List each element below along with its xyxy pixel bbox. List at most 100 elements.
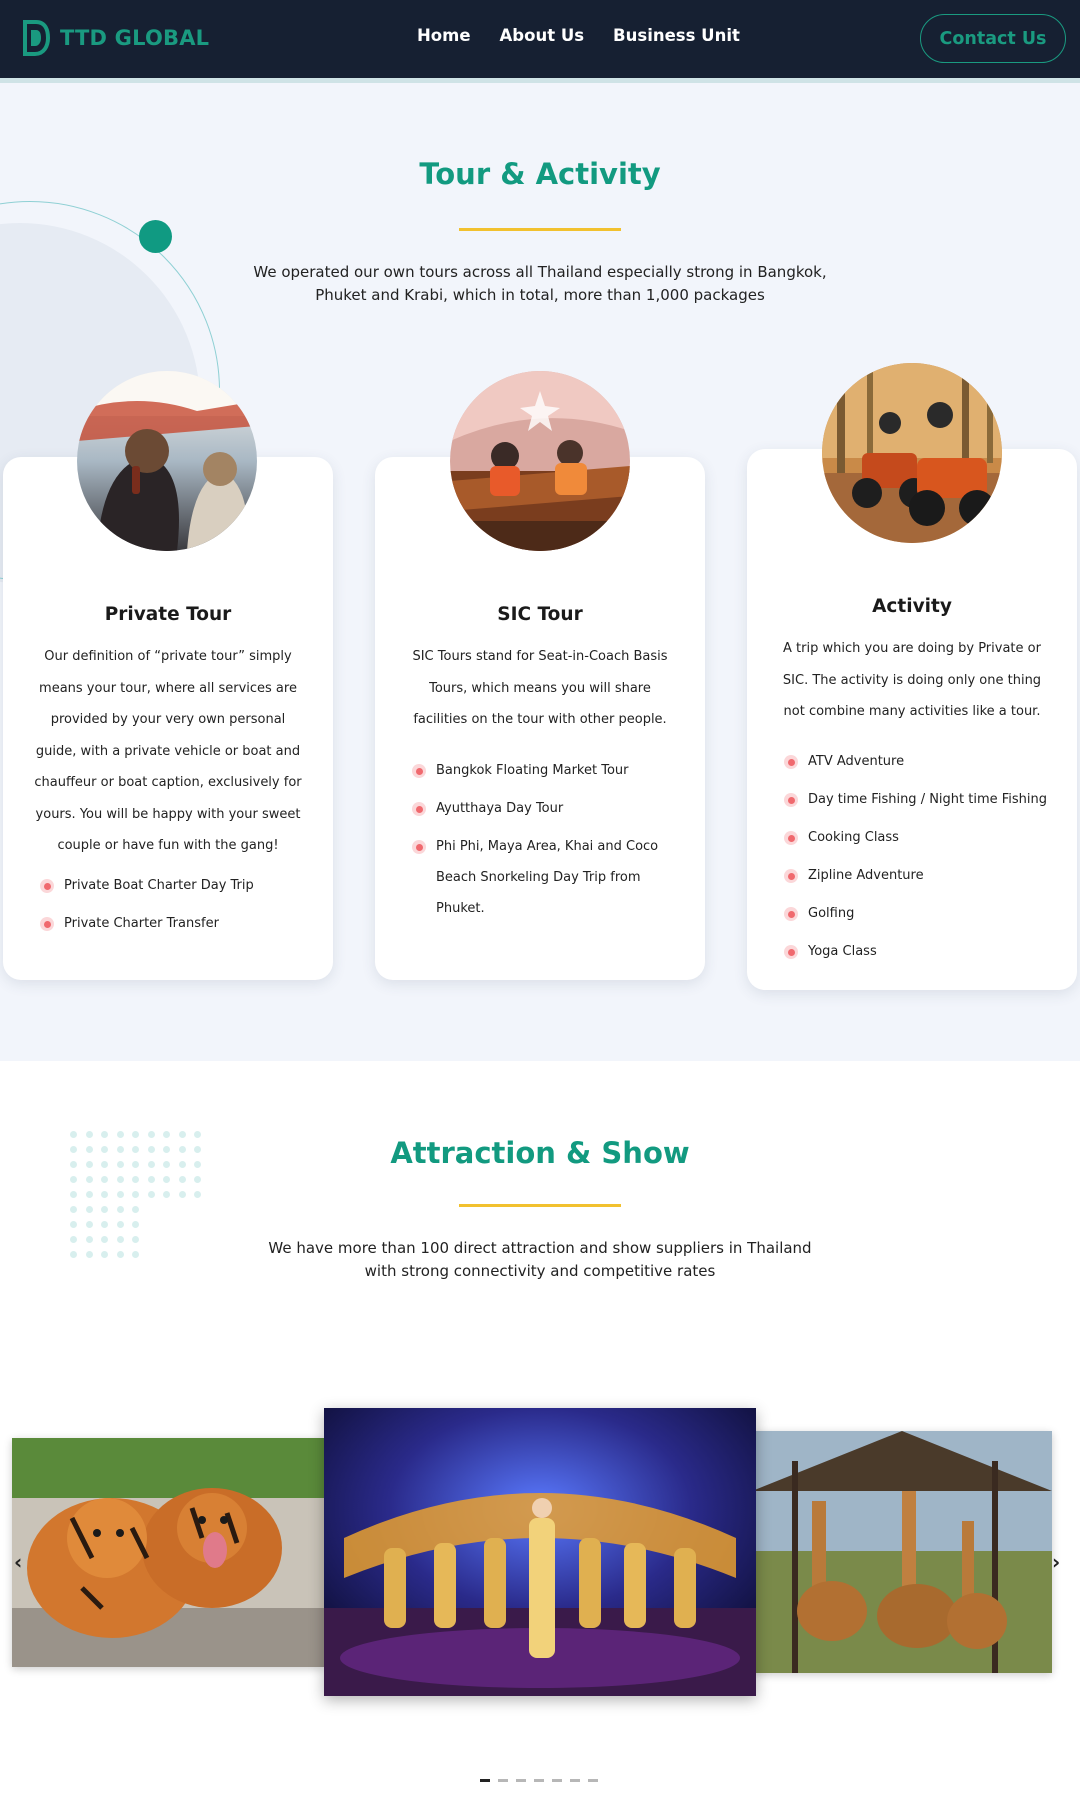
- carousel-slide-tigers[interactable]: [12, 1438, 324, 1667]
- list-item[interactable]: Day time Fishing / Night time Fishing: [784, 784, 1064, 815]
- list-item[interactable]: Private Boat Charter Day Trip: [40, 870, 320, 901]
- list-item[interactable]: Cooking Class: [784, 822, 1064, 853]
- site-header: TTD GLOBAL Home About Us Business Unit C…: [0, 0, 1080, 78]
- decorative-dot: [116, 1191, 124, 1198]
- carousel-page-indicator[interactable]: [588, 1779, 598, 1782]
- desc-line: guide, with a private vehicle or boat an…: [35, 743, 301, 759]
- carousel-pagination: [480, 1779, 598, 1782]
- card-item-list: Bangkok Floating Market Tour Ayutthaya D…: [412, 755, 682, 931]
- decorative-dot: [85, 1206, 93, 1213]
- decorative-dot: [116, 1206, 124, 1213]
- decorative-dot: [85, 1236, 93, 1243]
- decorative-dot: [116, 1236, 124, 1243]
- list-item-label: Yoga Class: [808, 944, 877, 959]
- list-item[interactable]: ATV Adventure: [784, 746, 1064, 777]
- photo-tigers: [12, 1438, 324, 1667]
- list-item[interactable]: Golfing: [784, 898, 1064, 929]
- title-underline: [459, 228, 621, 231]
- carousel-page-indicator[interactable]: [480, 1779, 490, 1782]
- main-nav: Home About Us Business Unit: [417, 26, 740, 45]
- sic-tour-image: [450, 371, 630, 551]
- carousel-next-arrow[interactable]: ›: [1052, 1552, 1060, 1572]
- list-item-label: Zipline Adventure: [808, 868, 924, 883]
- carousel-page-indicator[interactable]: [498, 1779, 508, 1782]
- decorative-dot: [101, 1221, 108, 1228]
- decorative-dot: [101, 1176, 108, 1183]
- carousel-page-indicator[interactable]: [570, 1779, 580, 1782]
- decorative-dot: [139, 220, 172, 253]
- list-item-label: Private Charter Transfer: [64, 916, 219, 931]
- desc-line: means your tour, where all services are: [39, 680, 297, 696]
- decorative-dot: [101, 1191, 108, 1198]
- bullet-icon: [784, 945, 798, 959]
- decorative-dot: [178, 1176, 186, 1183]
- list-item-label: Ayutthaya Day Tour: [436, 801, 564, 816]
- decorative-dot: [194, 1176, 201, 1183]
- bullet-icon: [784, 869, 798, 883]
- logo[interactable]: TTD GLOBAL: [22, 19, 209, 57]
- contact-us-button[interactable]: Contact Us: [920, 14, 1066, 63]
- photo-cabaret-show: [324, 1408, 756, 1696]
- card-description: SIC Tours stand for Seat-in-Coach Basis …: [385, 641, 695, 736]
- decorative-dot: [116, 1251, 124, 1258]
- attraction-desc-line-1: We have more than 100 direct attraction …: [268, 1239, 812, 1257]
- carousel-page-indicator[interactable]: [534, 1779, 544, 1782]
- carousel-prev-arrow[interactable]: ‹: [14, 1552, 22, 1572]
- photo-floating-market-boat: [450, 371, 630, 551]
- nav-business-unit[interactable]: Business Unit: [613, 26, 740, 45]
- list-item[interactable]: Bangkok Floating Market Tour: [412, 755, 682, 786]
- decorative-dot: [132, 1236, 139, 1243]
- decorative-dot: [132, 1251, 139, 1258]
- carousel-slide-cabaret-show[interactable]: [324, 1408, 756, 1696]
- decorative-dot: [116, 1221, 124, 1228]
- title-underline: [459, 1204, 621, 1207]
- bullet-icon: [412, 840, 426, 854]
- nav-home[interactable]: Home: [417, 26, 471, 45]
- carousel-page-indicator[interactable]: [516, 1779, 526, 1782]
- card-title: Private Tour: [104, 604, 232, 625]
- bullet-icon: [40, 917, 54, 931]
- carousel-slide-giraffes[interactable]: [752, 1431, 1052, 1673]
- decorative-dot: [163, 1176, 170, 1183]
- list-item[interactable]: Private Charter Transfer: [40, 908, 320, 939]
- list-item-label: Bangkok Floating Market Tour: [436, 763, 629, 778]
- bullet-icon: [784, 755, 798, 769]
- decorative-dot: [147, 1176, 155, 1183]
- list-item[interactable]: Ayutthaya Day Tour: [412, 793, 682, 824]
- list-item[interactable]: Phi Phi, Maya Area, Khai and Coco Beach …: [412, 831, 682, 924]
- activity-image: [822, 363, 1002, 543]
- decorative-dot: [101, 1251, 108, 1258]
- decorative-dot: [85, 1176, 93, 1183]
- decorative-dot: [132, 1206, 139, 1213]
- desc-line: A trip which you are doing by Private or: [783, 641, 1041, 656]
- desc-line: chauffeur or boat caption, exclusively f…: [34, 775, 302, 790]
- decorative-dot: [163, 1191, 170, 1198]
- desc-line: SIC. The activity is doing only one thin…: [782, 672, 1042, 688]
- list-item-label: Day time Fishing / Night time Fishing: [808, 792, 1048, 807]
- decorative-dot: [85, 1221, 93, 1228]
- decorative-dot: [132, 1176, 139, 1183]
- bullet-icon: [784, 831, 798, 845]
- desc-line: facilities on the tour with other people…: [413, 712, 667, 727]
- decorative-dot: [178, 1191, 186, 1198]
- desc-line: provided by your very own personal: [50, 712, 286, 727]
- card-description: A trip which you are doing by Private or…: [757, 633, 1067, 728]
- list-item[interactable]: Zipline Adventure: [784, 860, 1064, 891]
- card-item-list: Private Boat Charter Day Trip Private Ch…: [40, 870, 320, 946]
- decorative-dot: [70, 1191, 77, 1198]
- list-item-label: Cooking Class: [808, 830, 899, 845]
- tour-section-title: Tour & Activity: [419, 157, 661, 191]
- bullet-icon: [40, 879, 54, 893]
- card-item-list: ATV Adventure Day time Fishing / Night t…: [784, 746, 1064, 974]
- card-title: Activity: [872, 596, 952, 617]
- carousel-page-indicator[interactable]: [552, 1779, 562, 1782]
- desc-line: not combine many activities like a tour.: [783, 704, 1041, 719]
- tour-desc-line-2: Phuket and Krabi, which in total, more t…: [315, 286, 765, 304]
- list-item-label: Phi Phi, Maya Area, Khai and Coco Beach …: [436, 839, 659, 916]
- nav-about-us[interactable]: About Us: [500, 26, 585, 45]
- decorative-dot: [116, 1176, 124, 1183]
- bullet-icon: [412, 802, 426, 816]
- attraction-section-title: Attraction & Show: [390, 1136, 690, 1170]
- list-item[interactable]: Yoga Class: [784, 936, 1064, 967]
- list-item-label: ATV Adventure: [808, 754, 905, 769]
